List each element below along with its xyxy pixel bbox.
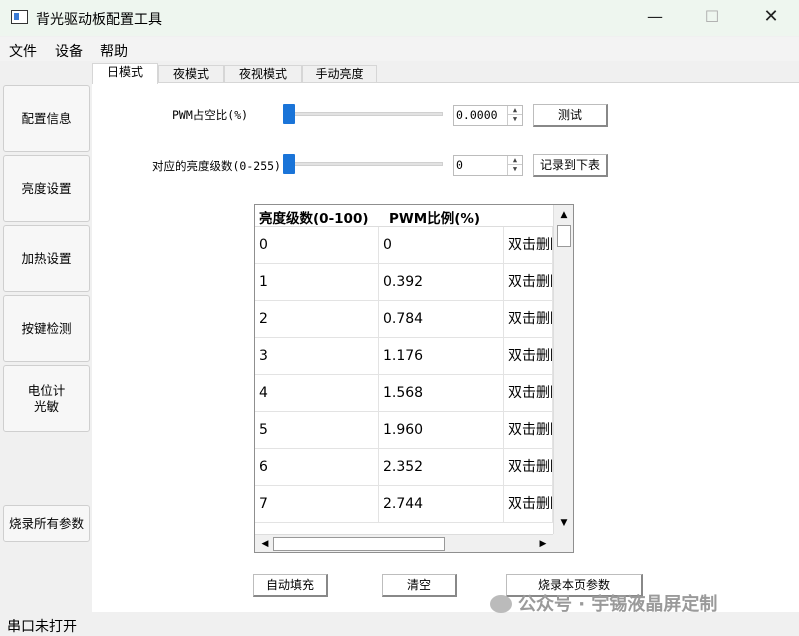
- scroll-up-icon[interactable]: ▲: [554, 207, 573, 223]
- table-cell-pwm[interactable]: 0.392: [379, 264, 504, 301]
- table-cell-pwm[interactable]: 2.352: [379, 449, 504, 486]
- sidebar-config-info-button[interactable]: 配置信息: [3, 85, 90, 152]
- menu-file[interactable]: 文件: [9, 41, 37, 61]
- watermark-text: 公众号 · 宇锡液晶屏定制: [518, 594, 718, 615]
- title-bar: 背光驱动板配置工具 — ☐ ✕: [0, 0, 799, 36]
- horizontal-scrollbar[interactable]: ◀ ▶: [255, 534, 553, 552]
- menu-help[interactable]: 帮助: [100, 41, 128, 61]
- table-cell-level[interactable]: 1: [255, 264, 379, 301]
- table-row[interactable]: 10.392双击删除: [255, 264, 553, 301]
- table-cell-level[interactable]: 0: [255, 227, 379, 264]
- column-header-delete[interactable]: 双击删除: [519, 207, 553, 227]
- watermark: 公众号 · 宇锡液晶屏定制: [490, 590, 717, 616]
- spin-down-icon: ▼: [512, 165, 518, 173]
- scroll-left-icon[interactable]: ◀: [257, 535, 273, 552]
- table-cell-pwm[interactable]: 0.784: [379, 301, 504, 338]
- table-cell-delete[interactable]: 双击删除: [504, 338, 553, 375]
- pwm-slider-handle[interactable]: [283, 104, 295, 124]
- column-header-level[interactable]: 亮度级数(0-100): [259, 207, 377, 227]
- app-icon: [11, 10, 28, 24]
- table-cell-pwm[interactable]: 2.744: [379, 486, 504, 523]
- table-cell-delete[interactable]: 双击删除: [504, 486, 553, 523]
- table-cell-pwm[interactable]: 1.568: [379, 375, 504, 412]
- test-button[interactable]: 测试: [533, 104, 608, 127]
- table-cell-level[interactable]: 2: [255, 301, 379, 338]
- table-row[interactable]: 41.568双击删除: [255, 375, 553, 412]
- table-cell-delete[interactable]: 双击删除: [504, 264, 553, 301]
- spin-down-icon: ▼: [512, 115, 518, 123]
- pwm-value: 0.0000: [456, 108, 498, 122]
- pwm-spin-arrows[interactable]: ▲ ▼: [507, 106, 522, 125]
- vertical-scroll-thumb[interactable]: [557, 225, 571, 247]
- menu-device[interactable]: 设备: [55, 41, 83, 61]
- scroll-right-icon[interactable]: ▶: [535, 535, 551, 552]
- status-bar: 串口未打开: [0, 614, 799, 635]
- table-cell-level[interactable]: 6: [255, 449, 379, 486]
- table-cell-delete[interactable]: 双击删除: [504, 449, 553, 486]
- auto-fill-button[interactable]: 自动填充: [253, 574, 328, 597]
- table-cell-delete[interactable]: 双击删除: [504, 227, 553, 264]
- clear-button[interactable]: 清空: [382, 574, 457, 597]
- table-cell-delete[interactable]: 双击删除: [504, 375, 553, 412]
- wechat-icon: [490, 595, 512, 613]
- table-cell-pwm[interactable]: 1.960: [379, 412, 504, 449]
- window-title: 背光驱动板配置工具: [36, 12, 162, 28]
- spin-up-icon: ▲: [508, 106, 522, 115]
- brightness-table[interactable]: 亮度级数(0-100) PWM比例(%) 双击删除 00双击删除10.392双击…: [254, 204, 574, 553]
- sidebar-heating-button[interactable]: 加热设置: [3, 225, 90, 292]
- pwm-slider[interactable]: [283, 112, 443, 116]
- level-slider[interactable]: [283, 162, 443, 166]
- maximize-button[interactable]: ☐: [689, 0, 735, 36]
- minimize-button[interactable]: —: [632, 0, 678, 36]
- spin-up-icon: ▲: [508, 156, 522, 165]
- table-cell-level[interactable]: 5: [255, 412, 379, 449]
- table-row[interactable]: 51.960双击删除: [255, 412, 553, 449]
- record-to-table-button[interactable]: 记录到下表: [533, 154, 608, 177]
- pwm-spinbox[interactable]: 0.0000 ▲ ▼: [453, 105, 523, 126]
- table-cell-level[interactable]: 4: [255, 375, 379, 412]
- tab-day-mode[interactable]: 日模式: [92, 63, 158, 84]
- table-row[interactable]: 62.352双击删除: [255, 449, 553, 486]
- sidebar-potentiometer-button[interactable]: 电位计 光敏: [3, 365, 90, 432]
- scroll-corner: [553, 534, 573, 552]
- vertical-scrollbar[interactable]: ▲ ▼: [553, 205, 573, 534]
- column-header-pwm[interactable]: PWM比例(%): [389, 207, 503, 227]
- table-cell-pwm[interactable]: 0: [379, 227, 504, 264]
- table-row[interactable]: 00双击删除: [255, 227, 553, 264]
- level-value: 0: [456, 158, 463, 172]
- horizontal-scroll-thumb[interactable]: [273, 537, 445, 551]
- table-cell-delete[interactable]: 双击删除: [504, 412, 553, 449]
- level-slider-handle[interactable]: [283, 154, 295, 174]
- pwm-label: PWM占空比(%): [172, 108, 249, 122]
- level-label: 对应的亮度级数(0-255): [152, 159, 281, 173]
- table-row[interactable]: 20.784双击删除: [255, 301, 553, 338]
- table-cell-delete[interactable]: 双击删除: [504, 301, 553, 338]
- table-header: 亮度级数(0-100) PWM比例(%) 双击删除: [255, 205, 553, 227]
- table-cell-pwm[interactable]: 1.176: [379, 338, 504, 375]
- scroll-down-icon[interactable]: ▼: [554, 515, 573, 531]
- table-row[interactable]: 31.176双击删除: [255, 338, 553, 375]
- serial-status: 串口未打开: [7, 619, 77, 635]
- sidebar-brightness-button[interactable]: 亮度设置: [3, 155, 90, 222]
- burn-all-params-button[interactable]: 烧录所有参数: [3, 505, 90, 542]
- menu-bar: 文件 设备 帮助: [0, 37, 799, 61]
- level-spin-arrows[interactable]: ▲ ▼: [507, 156, 522, 175]
- table-cell-level[interactable]: 3: [255, 338, 379, 375]
- table-cell-level[interactable]: 7: [255, 486, 379, 523]
- level-spinbox[interactable]: 0 ▲ ▼: [453, 155, 523, 176]
- sidebar-key-detect-button[interactable]: 按键检测: [3, 295, 90, 362]
- table-row[interactable]: 72.744双击删除: [255, 486, 553, 523]
- close-button[interactable]: ✕: [748, 0, 794, 36]
